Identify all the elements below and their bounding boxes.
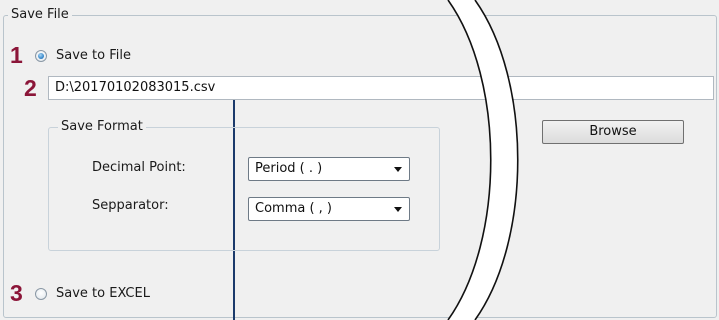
break-gap xyxy=(448,0,518,320)
image-break-separator xyxy=(447,0,519,320)
